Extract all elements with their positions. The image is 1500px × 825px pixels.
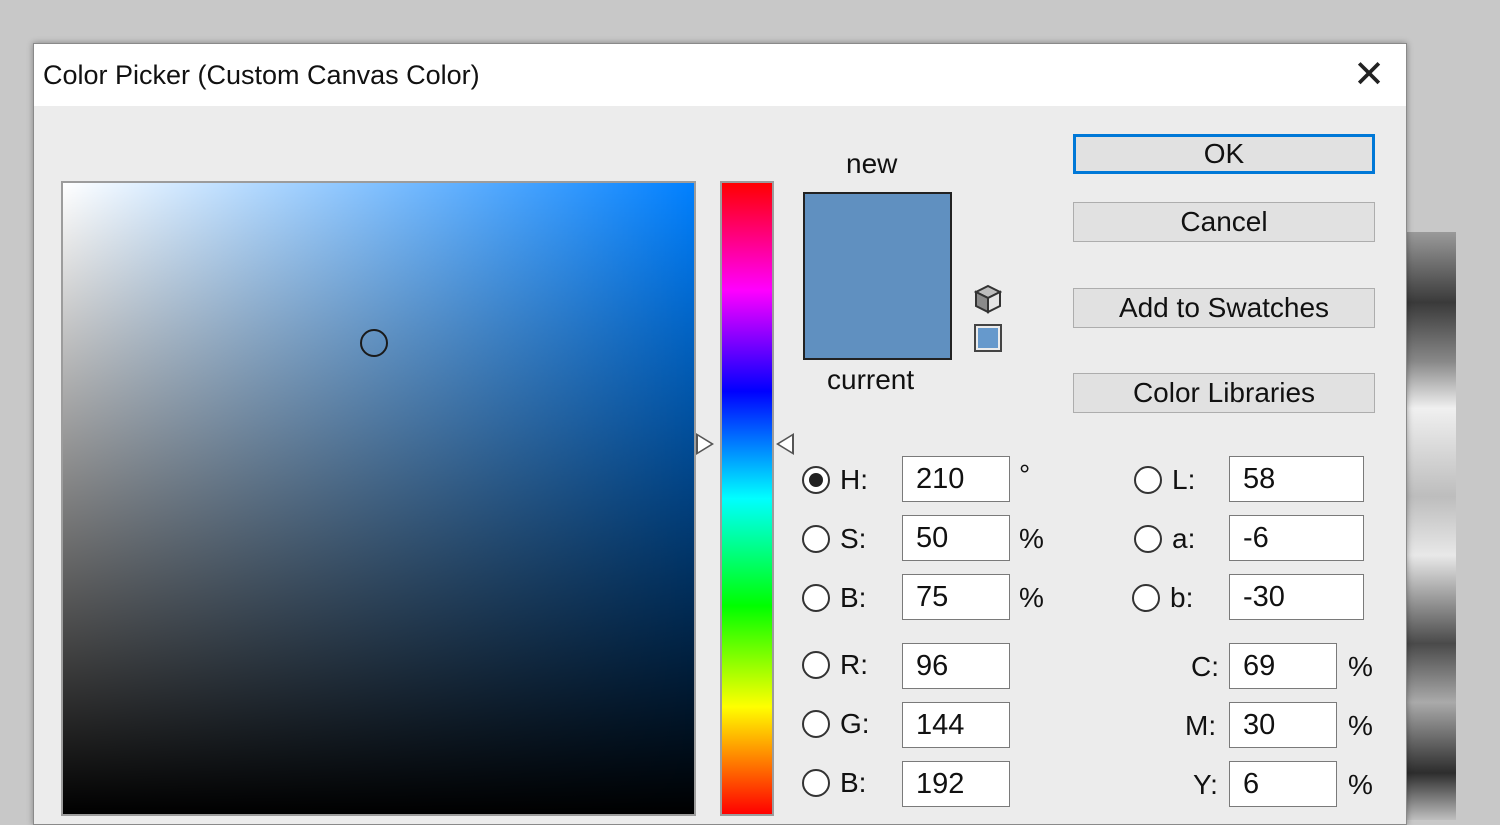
lab-a-label: a: bbox=[1172, 523, 1196, 554]
lab-b-radio[interactable] bbox=[1132, 584, 1160, 612]
saturation-label: S: bbox=[840, 523, 867, 554]
ok-button[interactable]: OK bbox=[1073, 134, 1375, 174]
current-color-label: current bbox=[827, 364, 915, 395]
lab-a-input[interactable]: -6 bbox=[1229, 515, 1364, 561]
hue-label: H: bbox=[840, 464, 868, 495]
background-canvas-image bbox=[1405, 232, 1456, 820]
blue-label: B: bbox=[840, 767, 867, 798]
new-color-label: new bbox=[846, 148, 898, 179]
blue-radio[interactable] bbox=[802, 769, 830, 797]
magenta-unit: % bbox=[1348, 710, 1373, 741]
add-to-swatches-button[interactable]: Add to Swatches bbox=[1073, 288, 1375, 328]
green-input[interactable]: 144 bbox=[902, 702, 1010, 748]
yellow-input[interactable]: 6 bbox=[1229, 761, 1337, 807]
current-color-swatch[interactable] bbox=[805, 276, 950, 358]
color-swatch bbox=[803, 192, 952, 360]
brightness-unit: % bbox=[1019, 582, 1044, 613]
yellow-label: Y: bbox=[1193, 769, 1218, 800]
web-safe-color-fill bbox=[978, 328, 998, 348]
brightness-radio[interactable] bbox=[802, 584, 830, 612]
cyan-input[interactable]: 69 bbox=[1229, 643, 1337, 689]
red-radio[interactable] bbox=[802, 651, 830, 679]
hue-input[interactable]: 210 bbox=[902, 456, 1010, 502]
color-libraries-button[interactable]: Color Libraries bbox=[1073, 373, 1375, 413]
brightness-label: B: bbox=[840, 582, 867, 613]
lightness-input[interactable]: 58 bbox=[1229, 456, 1364, 502]
dialog-title: Color Picker (Custom Canvas Color) bbox=[43, 60, 480, 90]
new-color-swatch bbox=[805, 194, 950, 276]
saturation-input[interactable]: 50 bbox=[902, 515, 1010, 561]
color-picker-dialog: Color Picker (Custom Canvas Color) ✕ new… bbox=[33, 43, 1407, 825]
red-label: R: bbox=[840, 649, 868, 680]
web-safe-cube-icon[interactable] bbox=[974, 284, 1002, 314]
cyan-label: C: bbox=[1191, 651, 1219, 682]
magenta-input[interactable]: 30 bbox=[1229, 702, 1337, 748]
title-bar: Color Picker (Custom Canvas Color) ✕ bbox=[34, 44, 1406, 106]
degree-unit: ° bbox=[1019, 459, 1031, 490]
green-radio[interactable] bbox=[802, 710, 830, 738]
hue-slider[interactable] bbox=[720, 181, 774, 816]
green-label: G: bbox=[840, 708, 870, 739]
hue-slider-left-handle-icon[interactable] bbox=[696, 433, 714, 455]
cancel-button[interactable]: Cancel bbox=[1073, 202, 1375, 242]
yellow-unit: % bbox=[1348, 769, 1373, 800]
cyan-unit: % bbox=[1348, 651, 1373, 682]
lab-b-input[interactable]: -30 bbox=[1229, 574, 1364, 620]
saturation-unit: % bbox=[1019, 523, 1044, 554]
red-input[interactable]: 96 bbox=[902, 643, 1010, 689]
lightness-radio[interactable] bbox=[1134, 466, 1162, 494]
hue-radio[interactable] bbox=[802, 466, 830, 494]
saturation-radio[interactable] bbox=[802, 525, 830, 553]
hue-slider-right-handle-icon[interactable] bbox=[776, 433, 794, 455]
web-safe-color-swatch[interactable] bbox=[974, 324, 1002, 352]
brightness-input[interactable]: 75 bbox=[902, 574, 1010, 620]
close-icon[interactable]: ✕ bbox=[1346, 54, 1392, 96]
lab-b-label: b: bbox=[1170, 582, 1194, 613]
blue-input[interactable]: 192 bbox=[902, 761, 1010, 807]
color-field[interactable] bbox=[61, 181, 696, 816]
lightness-label: L: bbox=[1172, 464, 1196, 495]
color-field-cursor[interactable] bbox=[360, 329, 388, 357]
magenta-label: M: bbox=[1185, 710, 1217, 741]
lab-a-radio[interactable] bbox=[1134, 525, 1162, 553]
